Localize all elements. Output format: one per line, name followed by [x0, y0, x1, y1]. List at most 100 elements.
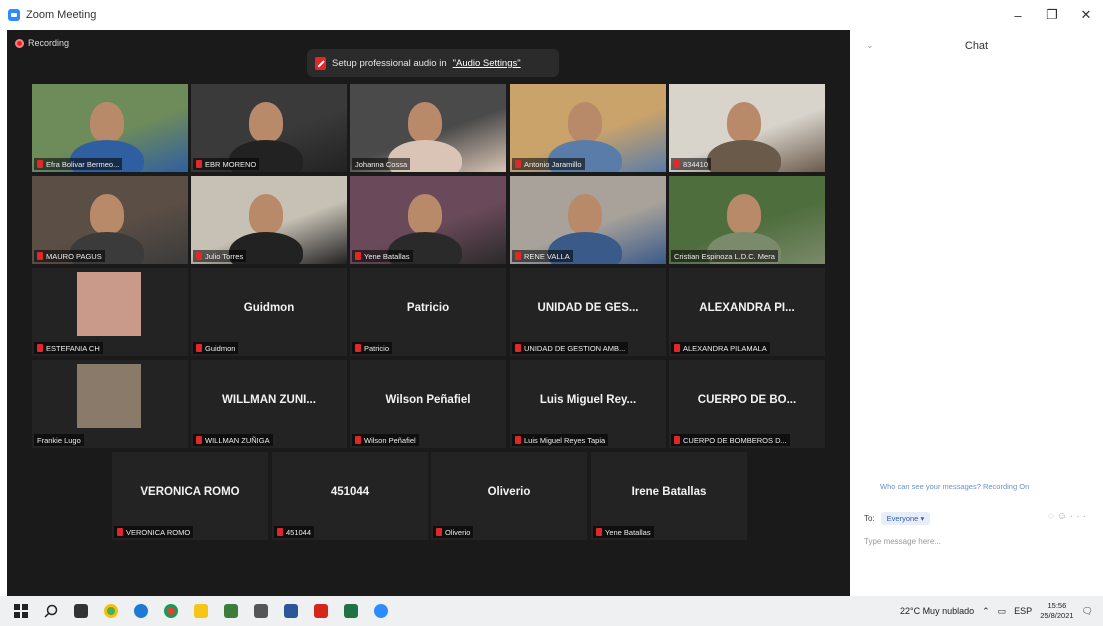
participant-tile[interactable]: RENE VALLA [510, 176, 666, 264]
participant-tile[interactable]: 834410 [669, 84, 825, 172]
muted-mic-icon [674, 160, 680, 168]
participant-name: Yene Batallas [364, 251, 410, 261]
participant-name: UNIDAD DE GESTION AMB... [524, 343, 626, 353]
participant-tile[interactable]: Guidmon Guidmon [191, 268, 347, 356]
chrome-profile-icon[interactable] [156, 596, 186, 626]
participant-tile[interactable]: VERONICA ROMO VERONICA ROMO [112, 452, 268, 540]
recording-label: Recording [28, 38, 70, 48]
participant-display-name: Oliverio [487, 486, 531, 498]
participant-tile[interactable]: Wilson Peñafiel Wilson Peñafiel [350, 360, 506, 448]
participant-name-tag: Julio Torres [193, 250, 247, 262]
participant-tile[interactable]: Julio Torres [191, 176, 347, 264]
participant-name-tag: Cristian Espinoza L.D.C. Mera [671, 250, 778, 262]
participant-name: 834410 [683, 159, 709, 169]
participant-name-tag: Frankie Lugo [34, 434, 84, 446]
clock[interactable]: 15:56 25/8/2021 [1040, 601, 1073, 621]
audio-settings-banner: Setup professional audio in "Audio Setti… [307, 49, 559, 77]
muted-mic-icon [277, 528, 283, 536]
chrome-icon[interactable] [96, 596, 126, 626]
participant-tile[interactable]: CUERPO DE BO... CUERPO DE BOMBEROS D... [669, 360, 825, 448]
muted-mic-icon [196, 160, 202, 168]
audio-settings-link[interactable]: "Audio Settings" [453, 58, 521, 69]
restore-button[interactable]: ❐ [1035, 0, 1069, 30]
file-explorer-icon[interactable] [186, 596, 216, 626]
participant-tile[interactable]: Cristian Espinoza L.D.C. Mera [669, 176, 825, 264]
participant-tile[interactable]: UNIDAD DE GES... UNIDAD DE GESTION AMB... [510, 268, 666, 356]
muted-mic-icon [436, 528, 442, 536]
more-icon[interactable]: ··· [1070, 511, 1089, 522]
participant-tile[interactable]: 451044 451044 [272, 452, 428, 540]
participant-tile[interactable]: Johanna Cossa [350, 84, 506, 172]
muted-mic-icon [596, 528, 602, 536]
participant-name-tag: RENE VALLA [512, 250, 573, 262]
muted-mic-icon [355, 436, 361, 444]
participant-name: MAURO PAGUS [46, 251, 102, 261]
participant-name: CUERPO DE BOMBEROS D... [683, 435, 787, 445]
word-icon[interactable] [276, 596, 306, 626]
minimize-button[interactable]: – [1001, 0, 1035, 30]
window-title: Zoom Meeting [26, 9, 97, 21]
muted-mic-icon [674, 436, 680, 444]
muted-mic-icon [515, 344, 521, 352]
participant-name: ESTEFANIA CH [46, 343, 100, 353]
network-icon[interactable]: ▭ [998, 606, 1007, 617]
emoji-icon[interactable]: ☺ [1057, 511, 1070, 522]
participant-tile[interactable]: Antonio Jaramillo [510, 84, 666, 172]
participant-tile[interactable]: Frankie Lugo [32, 360, 188, 448]
muted-mic-icon [674, 344, 680, 352]
participant-name-tag: Efra Bolivar Bermeo... [34, 158, 123, 170]
participant-name: 451044 [286, 527, 312, 537]
participant-name-tag: Johanna Cossa [352, 158, 411, 170]
participant-name-tag: MAURO PAGUS [34, 250, 105, 262]
participant-name: WILLMAN ZUÑIGA [205, 435, 270, 445]
chat-actions: ◌☺··· [1048, 511, 1089, 522]
participant-name-tag: Luis Miguel Reyes Tapia [512, 434, 609, 446]
close-button[interactable]: ✕ [1069, 0, 1103, 30]
participant-tile[interactable]: ESTEFANIA CH [32, 268, 188, 356]
language-indicator[interactable]: ESP [1014, 606, 1032, 616]
store-bag-icon[interactable] [66, 596, 96, 626]
participant-name-tag: EBR MORENO [193, 158, 260, 170]
zoom-app-icon [8, 9, 20, 21]
app-upload-icon[interactable] [216, 596, 246, 626]
muted-mic-icon [355, 252, 361, 260]
chat-message-input[interactable] [864, 533, 1088, 549]
notifications-icon[interactable]: 🗨 [1082, 606, 1093, 617]
participant-name: Guidmon [205, 343, 236, 353]
recipient-dropdown[interactable]: Everyone ▾ [880, 512, 931, 525]
zoom-taskbar-icon[interactable] [366, 596, 396, 626]
participant-tile[interactable]: EBR MORENO [191, 84, 347, 172]
tray-chevron-up-icon[interactable]: ⌃ [982, 606, 990, 617]
participant-display-name: VERONICA ROMO [140, 486, 240, 498]
participant-tile[interactable]: Oliverio Oliverio [431, 452, 587, 540]
weather-label[interactable]: 22°C Muy nublado [900, 606, 974, 616]
share-file-icon[interactable]: ◌ [1048, 511, 1057, 522]
participant-name: Oliverio [445, 527, 471, 537]
participant-display-name: 451044 [330, 486, 370, 498]
muted-mic-icon [355, 344, 361, 352]
who-can-see-messages-link[interactable]: Who can see your messages? Recording On [880, 482, 1029, 491]
window-controls: – ❐ ✕ [1001, 0, 1103, 30]
participant-tile[interactable]: MAURO PAGUS [32, 176, 188, 264]
acrobat-icon[interactable] [306, 596, 336, 626]
participant-name: Yene Batallas [605, 527, 651, 537]
search-icon[interactable] [36, 596, 66, 626]
participant-tile[interactable]: Irene Batallas Yene Batallas [591, 452, 747, 540]
participant-name-tag: Guidmon [193, 342, 239, 354]
participant-tile[interactable]: Luis Miguel Rey... Luis Miguel Reyes Tapi… [510, 360, 666, 448]
calculator-icon[interactable] [246, 596, 276, 626]
muted-mic-icon [515, 252, 521, 260]
participant-tile[interactable]: Patricio Patricio [350, 268, 506, 356]
participant-tile[interactable]: Efra Bolivar Bermeo... [32, 84, 188, 172]
to-label: To: [864, 514, 875, 523]
participant-tile[interactable]: Yene Batallas [350, 176, 506, 264]
participant-tile[interactable]: WILLMAN ZUÑI... WILLMAN ZUÑIGA [191, 360, 347, 448]
muted-mic-icon [315, 56, 326, 70]
participant-display-name: Irene Batallas [631, 486, 707, 498]
excel-icon[interactable] [336, 596, 366, 626]
recording-indicator[interactable]: Recording [15, 38, 69, 48]
participant-tile[interactable]: ALEXANDRA PI... ALEXANDRA PILAMALA [669, 268, 825, 356]
edge-icon[interactable] [126, 596, 156, 626]
windows-start-icon[interactable] [6, 596, 36, 626]
participant-name-tag: Patricio [352, 342, 393, 354]
